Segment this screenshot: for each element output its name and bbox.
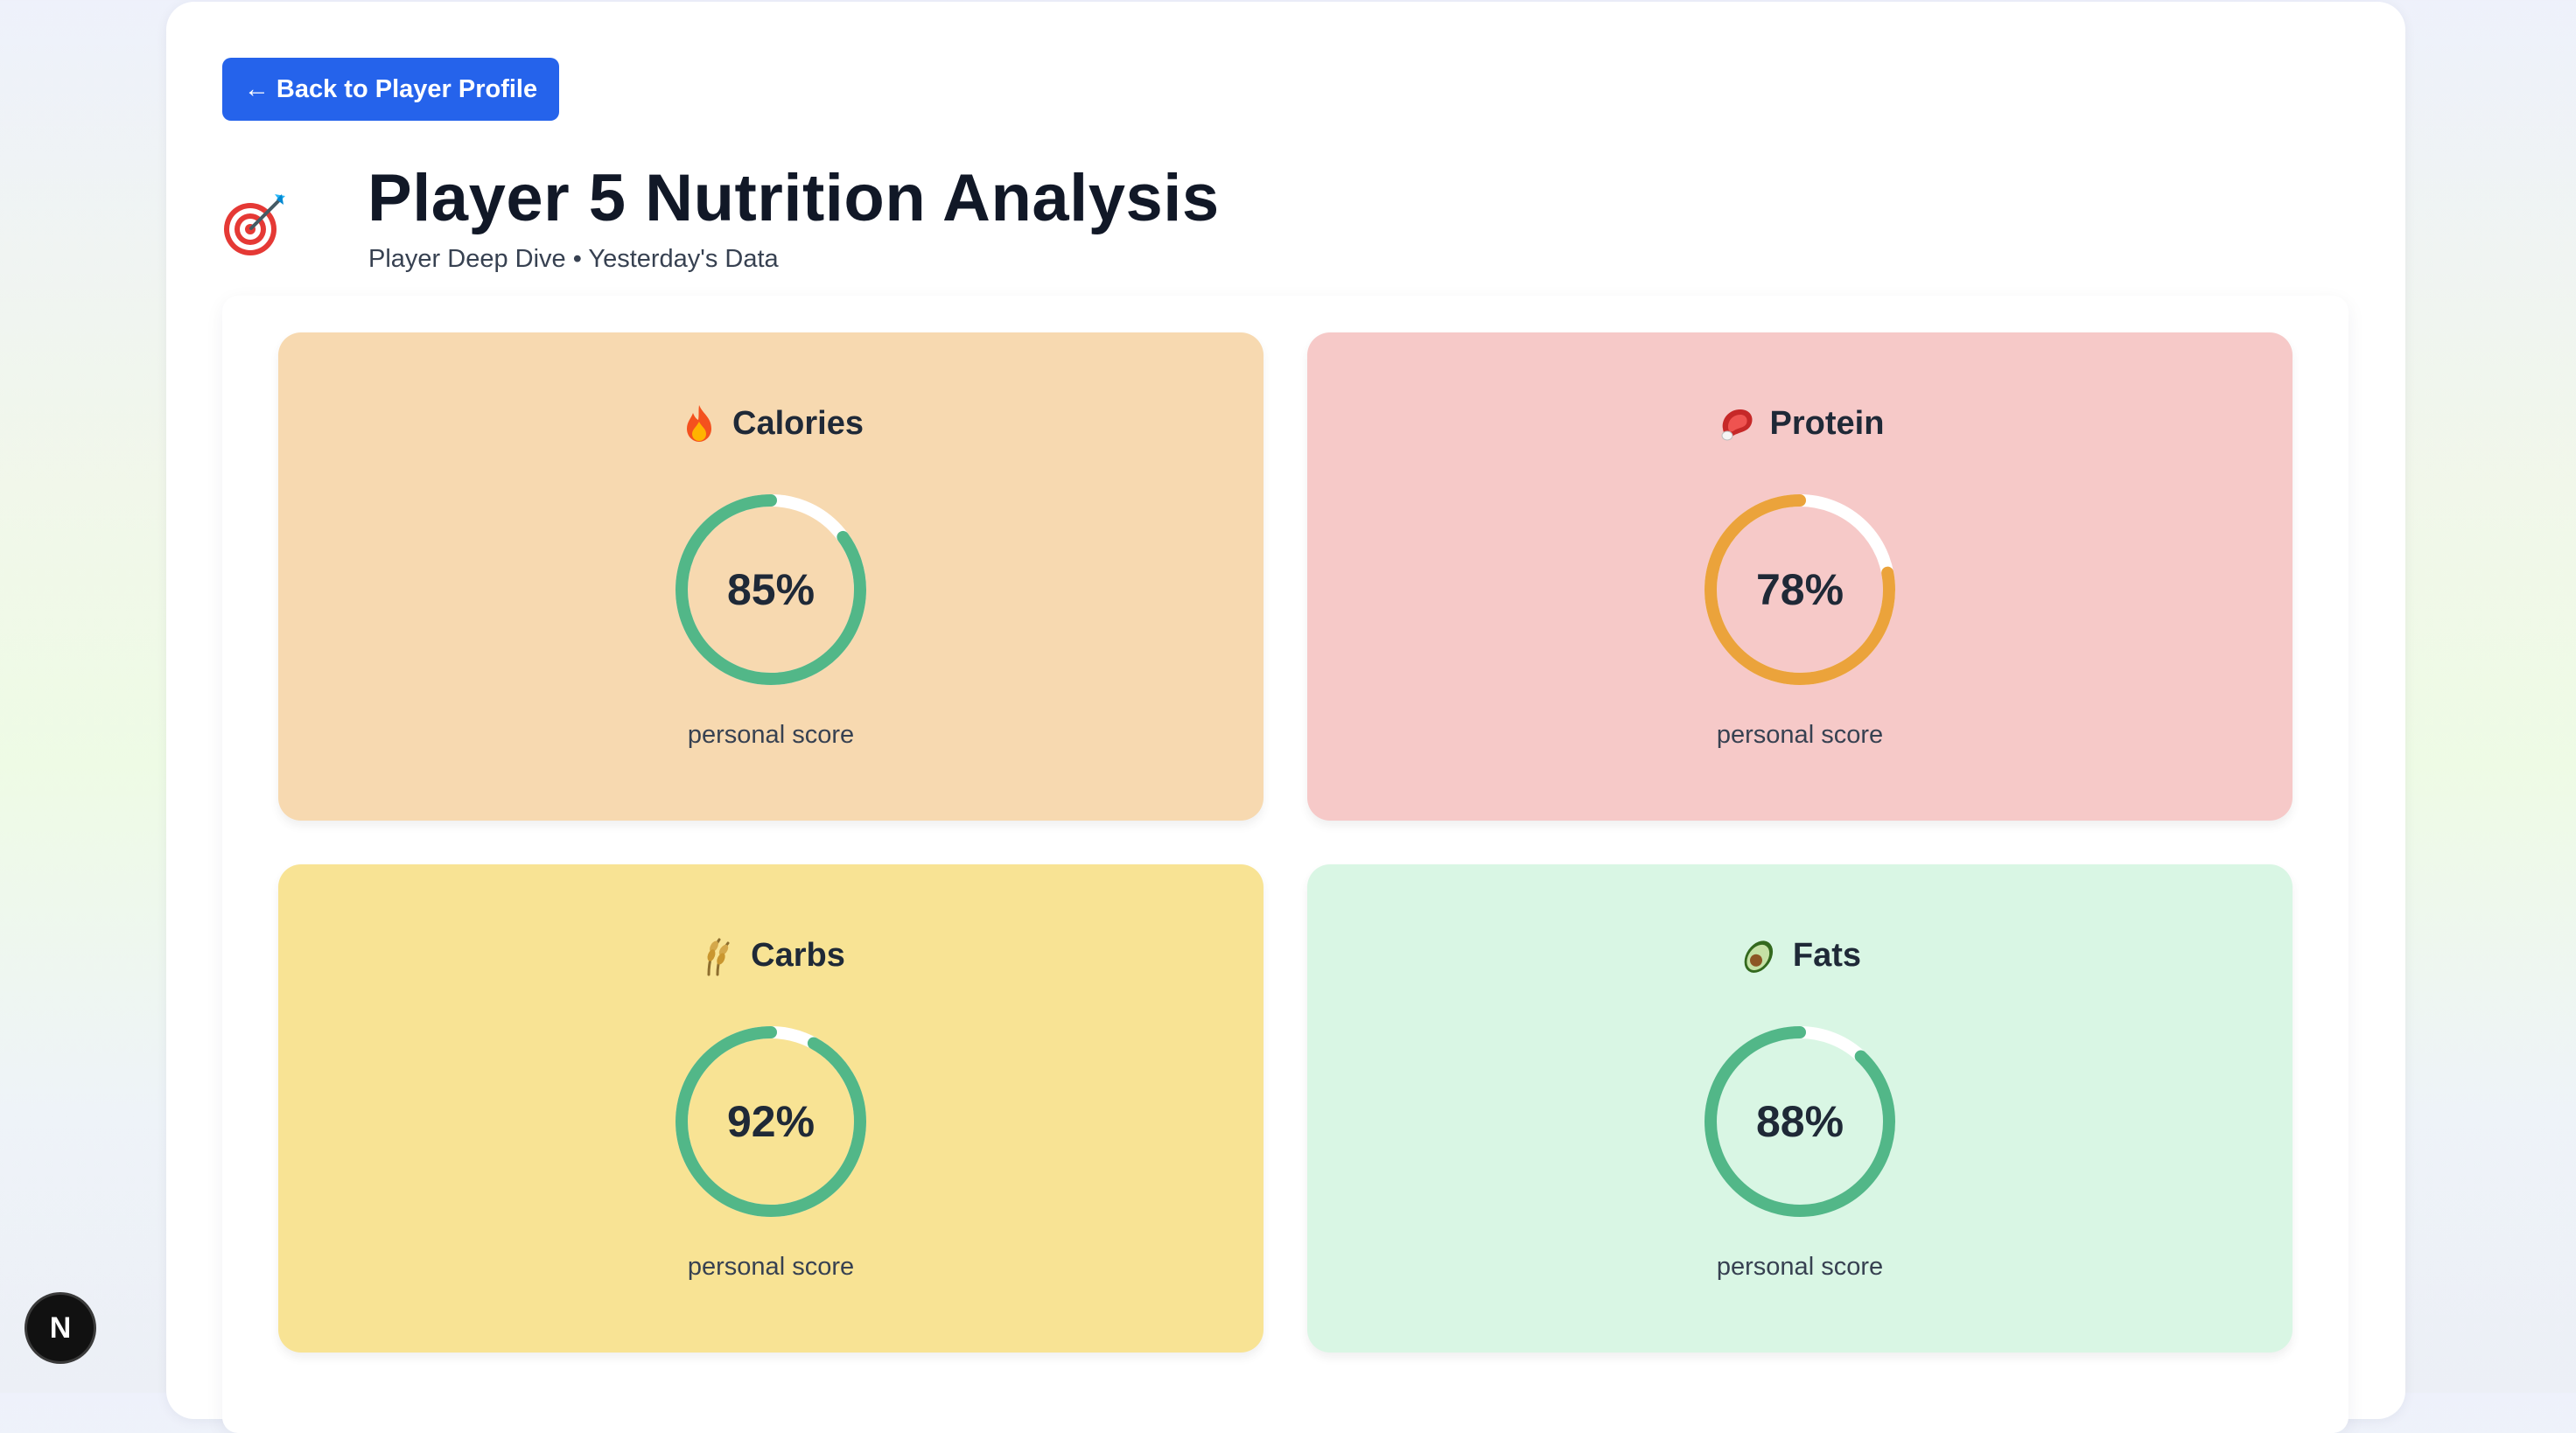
fats-label: Fats <box>1792 936 1862 974</box>
protein-card: Protein 78% personal score <box>1307 332 2292 821</box>
page-subtitle: Player Deep Dive • Yesterday's Data <box>368 245 779 273</box>
carbs-card: Carbs 92% personal score <box>278 864 1264 1353</box>
fats-card: Fats 88% personal score <box>1307 864 2292 1353</box>
protein-score-value: 78% <box>1755 565 1844 614</box>
protein-score-caption: personal score <box>1716 721 1884 749</box>
calories-score-caption: personal score <box>687 721 855 749</box>
carbs-score-ring: 92% <box>673 1024 869 1220</box>
fats-score-value: 88% <box>1755 1097 1844 1146</box>
fats-card-header: Fats <box>1307 934 2292 976</box>
back-to-player-profile-button[interactable]: ← Back to Player Profile <box>222 58 559 121</box>
protein-card-header: Protein <box>1307 402 2292 444</box>
page-title: Player 5 Nutrition Analysis <box>368 161 1220 235</box>
fire-icon <box>678 402 720 444</box>
nextjs-dev-badge[interactable]: N <box>27 1295 94 1361</box>
carbs-score-caption: personal score <box>687 1253 855 1281</box>
main-panel: ← Back to Player Profile Player 5 Nutrit… <box>166 2 2405 1433</box>
calories-card-header: Calories <box>278 402 1264 444</box>
back-button-label: Back to Player Profile <box>276 74 538 103</box>
calories-label: Calories <box>732 404 864 442</box>
calories-score-ring: 85% <box>673 492 869 688</box>
fats-score-ring: 88% <box>1702 1024 1898 1220</box>
fats-score-caption: personal score <box>1716 1253 1884 1281</box>
carbs-card-header: Carbs <box>278 934 1264 976</box>
carbs-score-value: 92% <box>726 1097 816 1146</box>
target-icon <box>222 191 289 257</box>
grain-icon <box>696 934 738 976</box>
meat-icon <box>1716 402 1758 444</box>
nutrition-cards-grid: Calories 85% personal score Protein 78% … <box>222 296 2348 1433</box>
protein-label: Protein <box>1769 404 1885 442</box>
back-arrow-icon: ← <box>243 74 270 103</box>
protein-score-ring: 78% <box>1702 492 1898 688</box>
calories-card: Calories 85% personal score <box>278 332 1264 821</box>
calories-score-value: 85% <box>726 565 816 614</box>
carbs-label: Carbs <box>751 936 845 974</box>
avocado-icon <box>1739 934 1781 976</box>
